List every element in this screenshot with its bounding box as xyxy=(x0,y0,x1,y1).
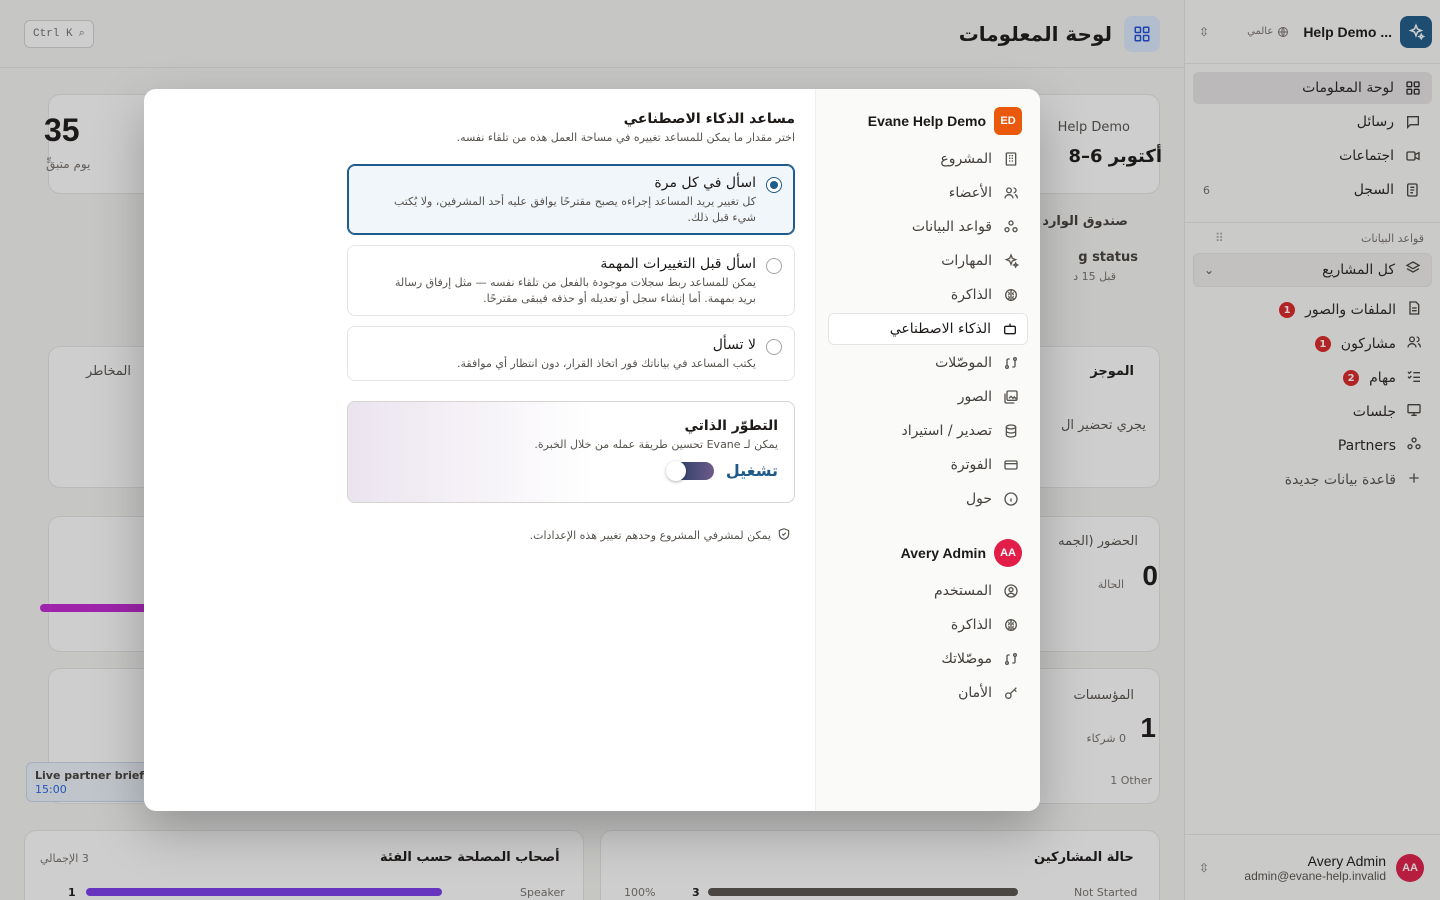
admin-only-note: يمكن لمشرفي المشروع وحدهم تغيير هذه الإع… xyxy=(347,527,795,544)
settings-nav-label: المستخدم xyxy=(933,583,992,599)
self-evolution-toggle-label: تشغيل xyxy=(725,461,778,480)
images-icon xyxy=(1002,389,1020,405)
self-evolution-title: التطوّر الذاتي xyxy=(684,418,778,434)
settings-nav-label: الذكاء الاصطناعي xyxy=(889,321,991,337)
shield-check-icon xyxy=(777,527,791,544)
settings-nav-my-connectors[interactable]: موصّلاتك xyxy=(828,643,1028,675)
option-title: اسأل قبل التغييرات المهمة xyxy=(600,256,756,272)
option-dont-ask[interactable]: لا تسأل يكتب المساعد في بياناتك فور اتخا… xyxy=(347,326,795,381)
settings-nav-user-memory[interactable]: الذاكرة xyxy=(828,609,1028,641)
brain-icon xyxy=(1002,617,1020,633)
option-ask-every-time[interactable]: اسأل في كل مرة كل تغيير يريد المساعد إجر… xyxy=(347,164,795,235)
settings-nav-label: حول xyxy=(965,491,992,507)
option-text: اسأل في كل مرة كل تغيير يريد المساعد إجر… xyxy=(384,175,756,226)
settings-user-name: Avery Admin xyxy=(900,545,986,561)
user-circle-icon xyxy=(1002,583,1020,599)
settings-nav-databases[interactable]: قواعد البيانات xyxy=(828,211,1028,243)
settings-modal: ED Evane Help Demo المشروع الأعضاء قواعد… xyxy=(144,89,1040,811)
project-name: Evane Help Demo xyxy=(867,113,986,129)
plug-icon xyxy=(1002,651,1020,667)
option-desc: يكتب المساعد في بياناتك فور اتخاذ القرار… xyxy=(456,357,756,370)
settings-nav-project-header: ED Evane Help Demo xyxy=(828,107,1028,135)
settings-nav-label: قواعد البيانات xyxy=(911,219,992,235)
self-evolution-card: التطوّر الذاتي يمكن لـ Evane تحسين طريقة… xyxy=(347,401,795,503)
settings-nav-user-header: AA Avery Admin xyxy=(828,537,1028,569)
database-icon xyxy=(1002,423,1020,439)
settings-nav-label: المشروع xyxy=(940,151,992,167)
settings-nav-about[interactable]: حول xyxy=(828,483,1028,515)
settings-nav-label: الأعضاء xyxy=(948,185,992,201)
radio-ask-every-time[interactable] xyxy=(766,177,782,193)
option-title: لا تسأل xyxy=(712,337,756,353)
settings-nav-skills[interactable]: المهارات xyxy=(828,245,1028,277)
settings-nav-label: المهارات xyxy=(941,253,992,269)
admin-only-note-text: يمكن لمشرفي المشروع وحدهم تغيير هذه الإع… xyxy=(529,529,771,542)
self-evolution-toggle-row[interactable]: تشغيل xyxy=(364,460,778,481)
settings-nav-user[interactable]: المستخدم xyxy=(828,575,1028,607)
settings-nav-images[interactable]: الصور xyxy=(828,381,1028,413)
settings-nav-billing[interactable]: الفوترة xyxy=(828,449,1028,481)
settings-nav-label: الصور xyxy=(957,389,992,405)
option-text: لا تسأل يكتب المساعد في بياناتك فور اتخا… xyxy=(457,337,756,372)
settings-nav-project[interactable]: المشروع xyxy=(828,143,1028,175)
info-icon xyxy=(1002,491,1020,507)
option-text: اسأل قبل التغييرات المهمة يمكن للمساعد ر… xyxy=(384,256,756,307)
settings-nav: ED Evane Help Demo المشروع الأعضاء قواعد… xyxy=(815,89,1040,811)
settings-nav-label: الذاكرة xyxy=(950,617,992,633)
option-ask-before-important[interactable]: اسأل قبل التغييرات المهمة يمكن للمساعد ر… xyxy=(347,245,795,316)
ai-settings-panel: مساعد الذكاء الاصطناعي اختر مقدار ما يمك… xyxy=(347,89,795,811)
settings-nav-memory[interactable]: الذاكرة xyxy=(828,279,1028,311)
self-evolution-toggle[interactable] xyxy=(665,460,714,481)
bot-icon xyxy=(1001,321,1019,337)
settings-nav-ai[interactable]: الذكاء الاصطناعي xyxy=(828,313,1028,345)
self-evolution-desc: يمكن لـ Evane تحسين طريقة عمله من خلال ا… xyxy=(534,438,778,451)
radio-ask-before-important[interactable] xyxy=(766,258,782,274)
radio-dont-ask[interactable] xyxy=(766,339,782,355)
settings-nav-export-import[interactable]: تصدير / استيراد xyxy=(828,415,1028,447)
users-icon xyxy=(1002,185,1020,201)
settings-nav-label: الذاكرة xyxy=(950,287,992,303)
credit-card-icon xyxy=(1002,457,1020,473)
sparkles-icon xyxy=(1002,253,1020,269)
settings-nav-label: الأمان xyxy=(958,685,992,701)
settings-nav-label: الفوترة xyxy=(950,457,992,473)
building-icon xyxy=(1002,151,1020,167)
settings-nav-members[interactable]: الأعضاء xyxy=(828,177,1028,209)
project-logo: ED xyxy=(994,107,1022,135)
panel-title: مساعد الذكاء الاصطناعي xyxy=(623,111,795,127)
settings-nav-label: موصّلاتك xyxy=(941,651,992,667)
avatar: AA xyxy=(994,539,1022,567)
cluster-icon xyxy=(1002,219,1020,235)
option-desc: يمكن للمساعد ربط سجلات موجودة بالفعل من … xyxy=(395,276,756,305)
option-title: اسأل في كل مرة xyxy=(654,175,756,191)
brain-icon xyxy=(1002,287,1020,303)
key-icon xyxy=(1002,685,1020,701)
panel-subtitle: اختر مقدار ما يمكن للمساعد تغييره في مسا… xyxy=(456,131,795,144)
plug-icon xyxy=(1002,355,1020,371)
settings-nav-label: الموصّلات xyxy=(935,355,992,371)
settings-nav-connectors[interactable]: الموصّلات xyxy=(828,347,1028,379)
settings-nav-label: تصدير / استيراد xyxy=(901,423,992,439)
option-desc: كل تغيير يريد المساعد إجراءه يصبح مقترحً… xyxy=(393,195,756,224)
settings-nav-security[interactable]: الأمان xyxy=(828,677,1028,709)
